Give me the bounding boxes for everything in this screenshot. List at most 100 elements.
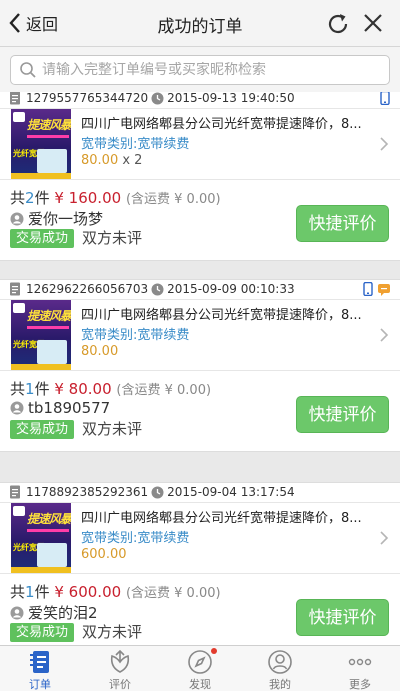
unit-price: 600.00 bbox=[81, 547, 127, 562]
count-suffix: 件 bbox=[34, 380, 50, 398]
order-header: 1279557765344720 2015-09-13 19:40:50 bbox=[0, 92, 400, 107]
order-list[interactable]: 1279557765344720 2015-09-13 19:40:50 提速风暴光… bbox=[0, 92, 400, 645]
total-amount: ¥ 600.00 bbox=[54, 583, 122, 601]
thumbnail-footer bbox=[11, 364, 71, 370]
brand-logo bbox=[13, 303, 25, 313]
tab-discover-label: 发现 bbox=[189, 678, 211, 691]
close-icon[interactable] bbox=[362, 12, 384, 34]
order-card: 1279557765344720 2015-09-13 19:40:50 提速风暴光… bbox=[0, 92, 400, 261]
user-icon bbox=[10, 212, 24, 225]
order-item-row[interactable]: 提速风暴光纤宽带提速四川广电网络郫县分公司光纤宽带提速降价，8... 宽带类别:宽… bbox=[0, 299, 400, 371]
order-time: 2015-09-13 19:40:50 bbox=[167, 92, 295, 105]
refresh-icon[interactable] bbox=[326, 12, 350, 36]
phone-icon bbox=[380, 92, 390, 105]
count-suffix: 件 bbox=[34, 189, 50, 207]
thumbnail-headline: 提速风暴 bbox=[27, 512, 71, 526]
user-icon bbox=[10, 606, 24, 619]
tab-review-label: 评价 bbox=[109, 678, 131, 691]
order-time: 2015-09-09 00:10:33 bbox=[167, 282, 295, 296]
status-badge: 交易成功 bbox=[10, 623, 75, 642]
order-item-row[interactable]: 提速风暴光纤宽带提速四川广电网络郫县分公司光纤宽带提速降价，8... 宽带类别:宽… bbox=[0, 108, 400, 180]
tab-profile-label: 我的 bbox=[269, 678, 291, 691]
clock-icon bbox=[151, 283, 164, 295]
order-total: 共1件 ¥ 80.00 (含运费 ¥ 0.00) bbox=[10, 378, 211, 399]
tab-profile[interactable]: 我的 bbox=[240, 646, 320, 691]
product-title: 四川广电网络郫县分公司光纤宽带提速降价，8... bbox=[81, 511, 362, 526]
clock-icon bbox=[151, 92, 164, 104]
unit-price: 80.00 bbox=[81, 153, 119, 168]
order-number: 1279557765344720 bbox=[26, 92, 149, 105]
quick-review-button[interactable]: 快捷评价 bbox=[296, 396, 389, 433]
thumbnail-footer bbox=[11, 173, 71, 179]
quick-review-button[interactable]: 快捷评价 bbox=[296, 599, 389, 636]
thumbnail-stripe bbox=[27, 326, 69, 329]
review-icon bbox=[110, 649, 130, 673]
quick-review-button[interactable]: 快捷评价 bbox=[296, 205, 389, 242]
order-footer: 共1件 ¥ 600.00 (含运费 ¥ 0.00) 爱笑的泪2 交易成功 双方未评 快捷… bbox=[0, 575, 400, 645]
search-icon bbox=[20, 62, 36, 78]
product-thumbnail: 提速风暴光纤宽带提速 bbox=[11, 300, 71, 370]
clock-icon bbox=[151, 486, 164, 498]
order-footer: 共1件 ¥ 80.00 (含运费 ¥ 0.00) tb1890577 交易成功 双方未… bbox=[0, 372, 400, 452]
notification-dot bbox=[211, 648, 217, 654]
tab-more-label: 更多 bbox=[349, 678, 371, 691]
brand-logo bbox=[13, 506, 25, 516]
brand-logo bbox=[13, 112, 25, 122]
item-count: 2 bbox=[25, 189, 35, 207]
router-image bbox=[37, 149, 67, 173]
thumbnail-footer bbox=[11, 567, 71, 573]
thumbnail-stripe bbox=[27, 135, 69, 138]
document-icon bbox=[10, 92, 20, 105]
shipping-fee: (含运费 ¥ 0.00) bbox=[125, 586, 221, 601]
buyer-name: tb1890577 bbox=[28, 399, 111, 417]
status-badge: 交易成功 bbox=[10, 420, 75, 439]
product-category: 宽带类别:宽带续费 bbox=[81, 137, 190, 152]
order-item-row[interactable]: 提速风暴光纤宽带提速四川广电网络郫县分公司光纤宽带提速降价，8... 宽带类别:宽… bbox=[0, 502, 400, 574]
tab-discover[interactable]: 发现 bbox=[160, 646, 240, 691]
orders-icon bbox=[30, 651, 49, 673]
search-box[interactable] bbox=[10, 55, 390, 85]
buyer-info: 爱你一场梦 bbox=[10, 208, 103, 229]
profile-icon bbox=[268, 650, 292, 674]
item-count: 1 bbox=[25, 380, 35, 398]
router-image bbox=[37, 543, 67, 567]
product-price: 80.00 x 2 bbox=[81, 153, 142, 168]
chat-icon bbox=[378, 284, 390, 296]
item-count: 1 bbox=[25, 583, 35, 601]
count-prefix: 共 bbox=[10, 583, 26, 601]
buyer-info: 爱笑的泪2 bbox=[10, 602, 98, 623]
search-input[interactable] bbox=[42, 62, 382, 78]
document-icon bbox=[10, 282, 20, 296]
tab-review[interactable]: 评价 bbox=[80, 646, 160, 691]
review-state: 双方未评 bbox=[82, 623, 143, 641]
tab-orders[interactable]: 订单 bbox=[0, 646, 80, 691]
quantity: x 2 bbox=[122, 153, 143, 168]
buyer-info: tb1890577 bbox=[10, 399, 110, 417]
order-total: 共2件 ¥ 160.00 (含运费 ¥ 0.00) bbox=[10, 187, 221, 208]
unit-price: 80.00 bbox=[81, 344, 119, 359]
shipping-fee: (含运费 ¥ 0.00) bbox=[125, 192, 221, 207]
tab-orders-label: 订单 bbox=[29, 678, 51, 691]
order-header: 1178892385292361 2015-09-04 13:17:54 bbox=[0, 483, 400, 501]
tab-more[interactable]: 更多 bbox=[320, 646, 400, 691]
search-bar bbox=[0, 47, 400, 92]
tab-bar: 订单 评价 发现 我的 更多 bbox=[0, 645, 400, 691]
header-bar: 返回 成功的订单 bbox=[0, 0, 400, 47]
buyer-name: 爱笑的泪2 bbox=[28, 604, 98, 622]
thumbnail-headline: 提速风暴 bbox=[27, 118, 71, 132]
thumbnail-headline: 提速风暴 bbox=[27, 309, 71, 323]
review-state: 双方未评 bbox=[82, 420, 143, 438]
thumbnail-stripe bbox=[27, 529, 69, 532]
shipping-fee: (含运费 ¥ 0.00) bbox=[116, 383, 212, 398]
total-amount: ¥ 160.00 bbox=[54, 189, 122, 207]
product-price: 600.00 bbox=[81, 547, 127, 562]
count-suffix: 件 bbox=[34, 583, 50, 601]
more-icon bbox=[348, 658, 372, 666]
user-icon bbox=[10, 401, 24, 415]
phone-icon bbox=[363, 282, 373, 296]
order-card: 1178892385292361 2015-09-04 13:17:54 提速风暴光… bbox=[0, 482, 400, 645]
review-state: 双方未评 bbox=[82, 229, 143, 247]
order-time: 2015-09-04 13:17:54 bbox=[167, 485, 295, 499]
status-badge: 交易成功 bbox=[10, 229, 75, 248]
buyer-name: 爱你一场梦 bbox=[28, 210, 104, 228]
